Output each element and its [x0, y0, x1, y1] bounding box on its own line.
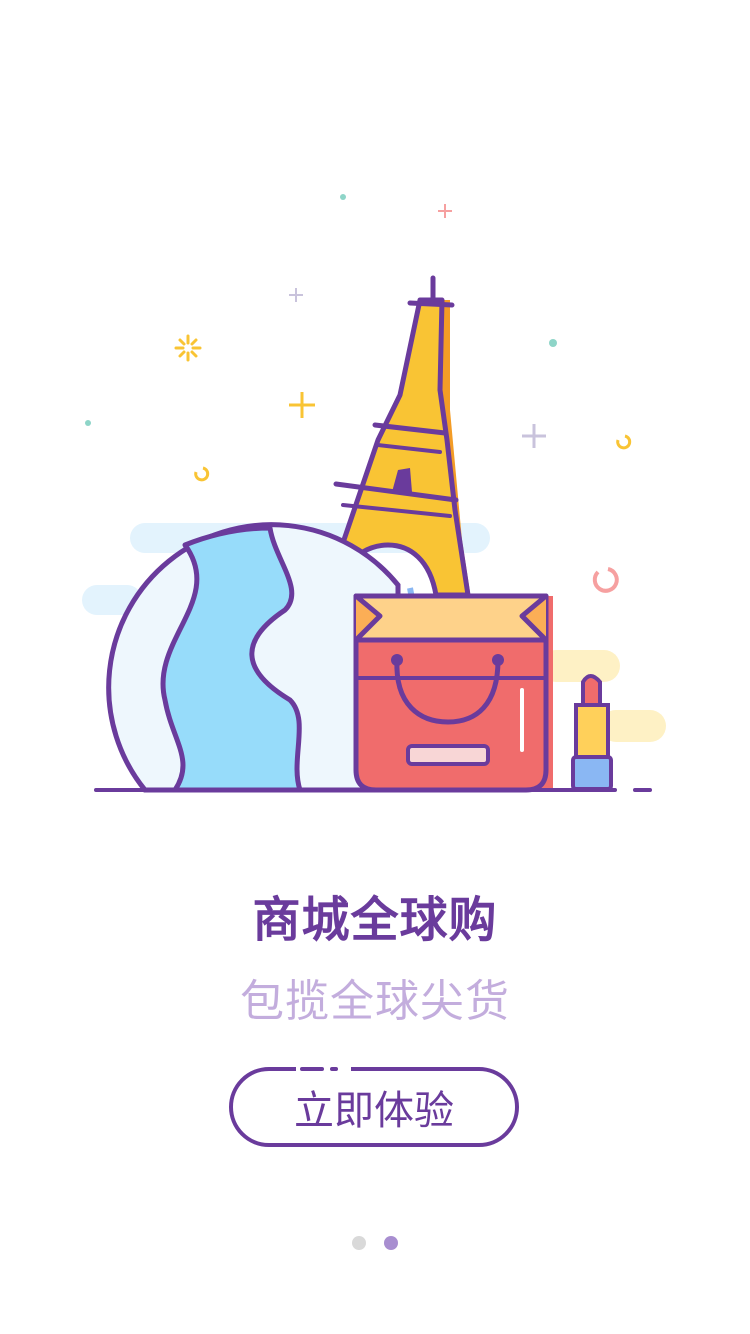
illustration [82, 194, 666, 793]
slide-title: 商城全球购 [252, 892, 498, 948]
button-border-dash [300, 1067, 324, 1071]
lipstick-icon [571, 674, 613, 791]
page-indicator [0, 1236, 750, 1252]
page-dot-1[interactable] [352, 1236, 366, 1250]
shopping-bag-icon [353, 593, 553, 793]
slide-subtitle: 包揽全球尖货 [240, 976, 510, 1027]
page-dot-2-active[interactable] [384, 1236, 398, 1250]
try-now-label: 立即体验 [294, 1088, 454, 1134]
button-border-dash [330, 1067, 338, 1071]
try-now-button[interactable]: 立即体验 [229, 1067, 519, 1147]
